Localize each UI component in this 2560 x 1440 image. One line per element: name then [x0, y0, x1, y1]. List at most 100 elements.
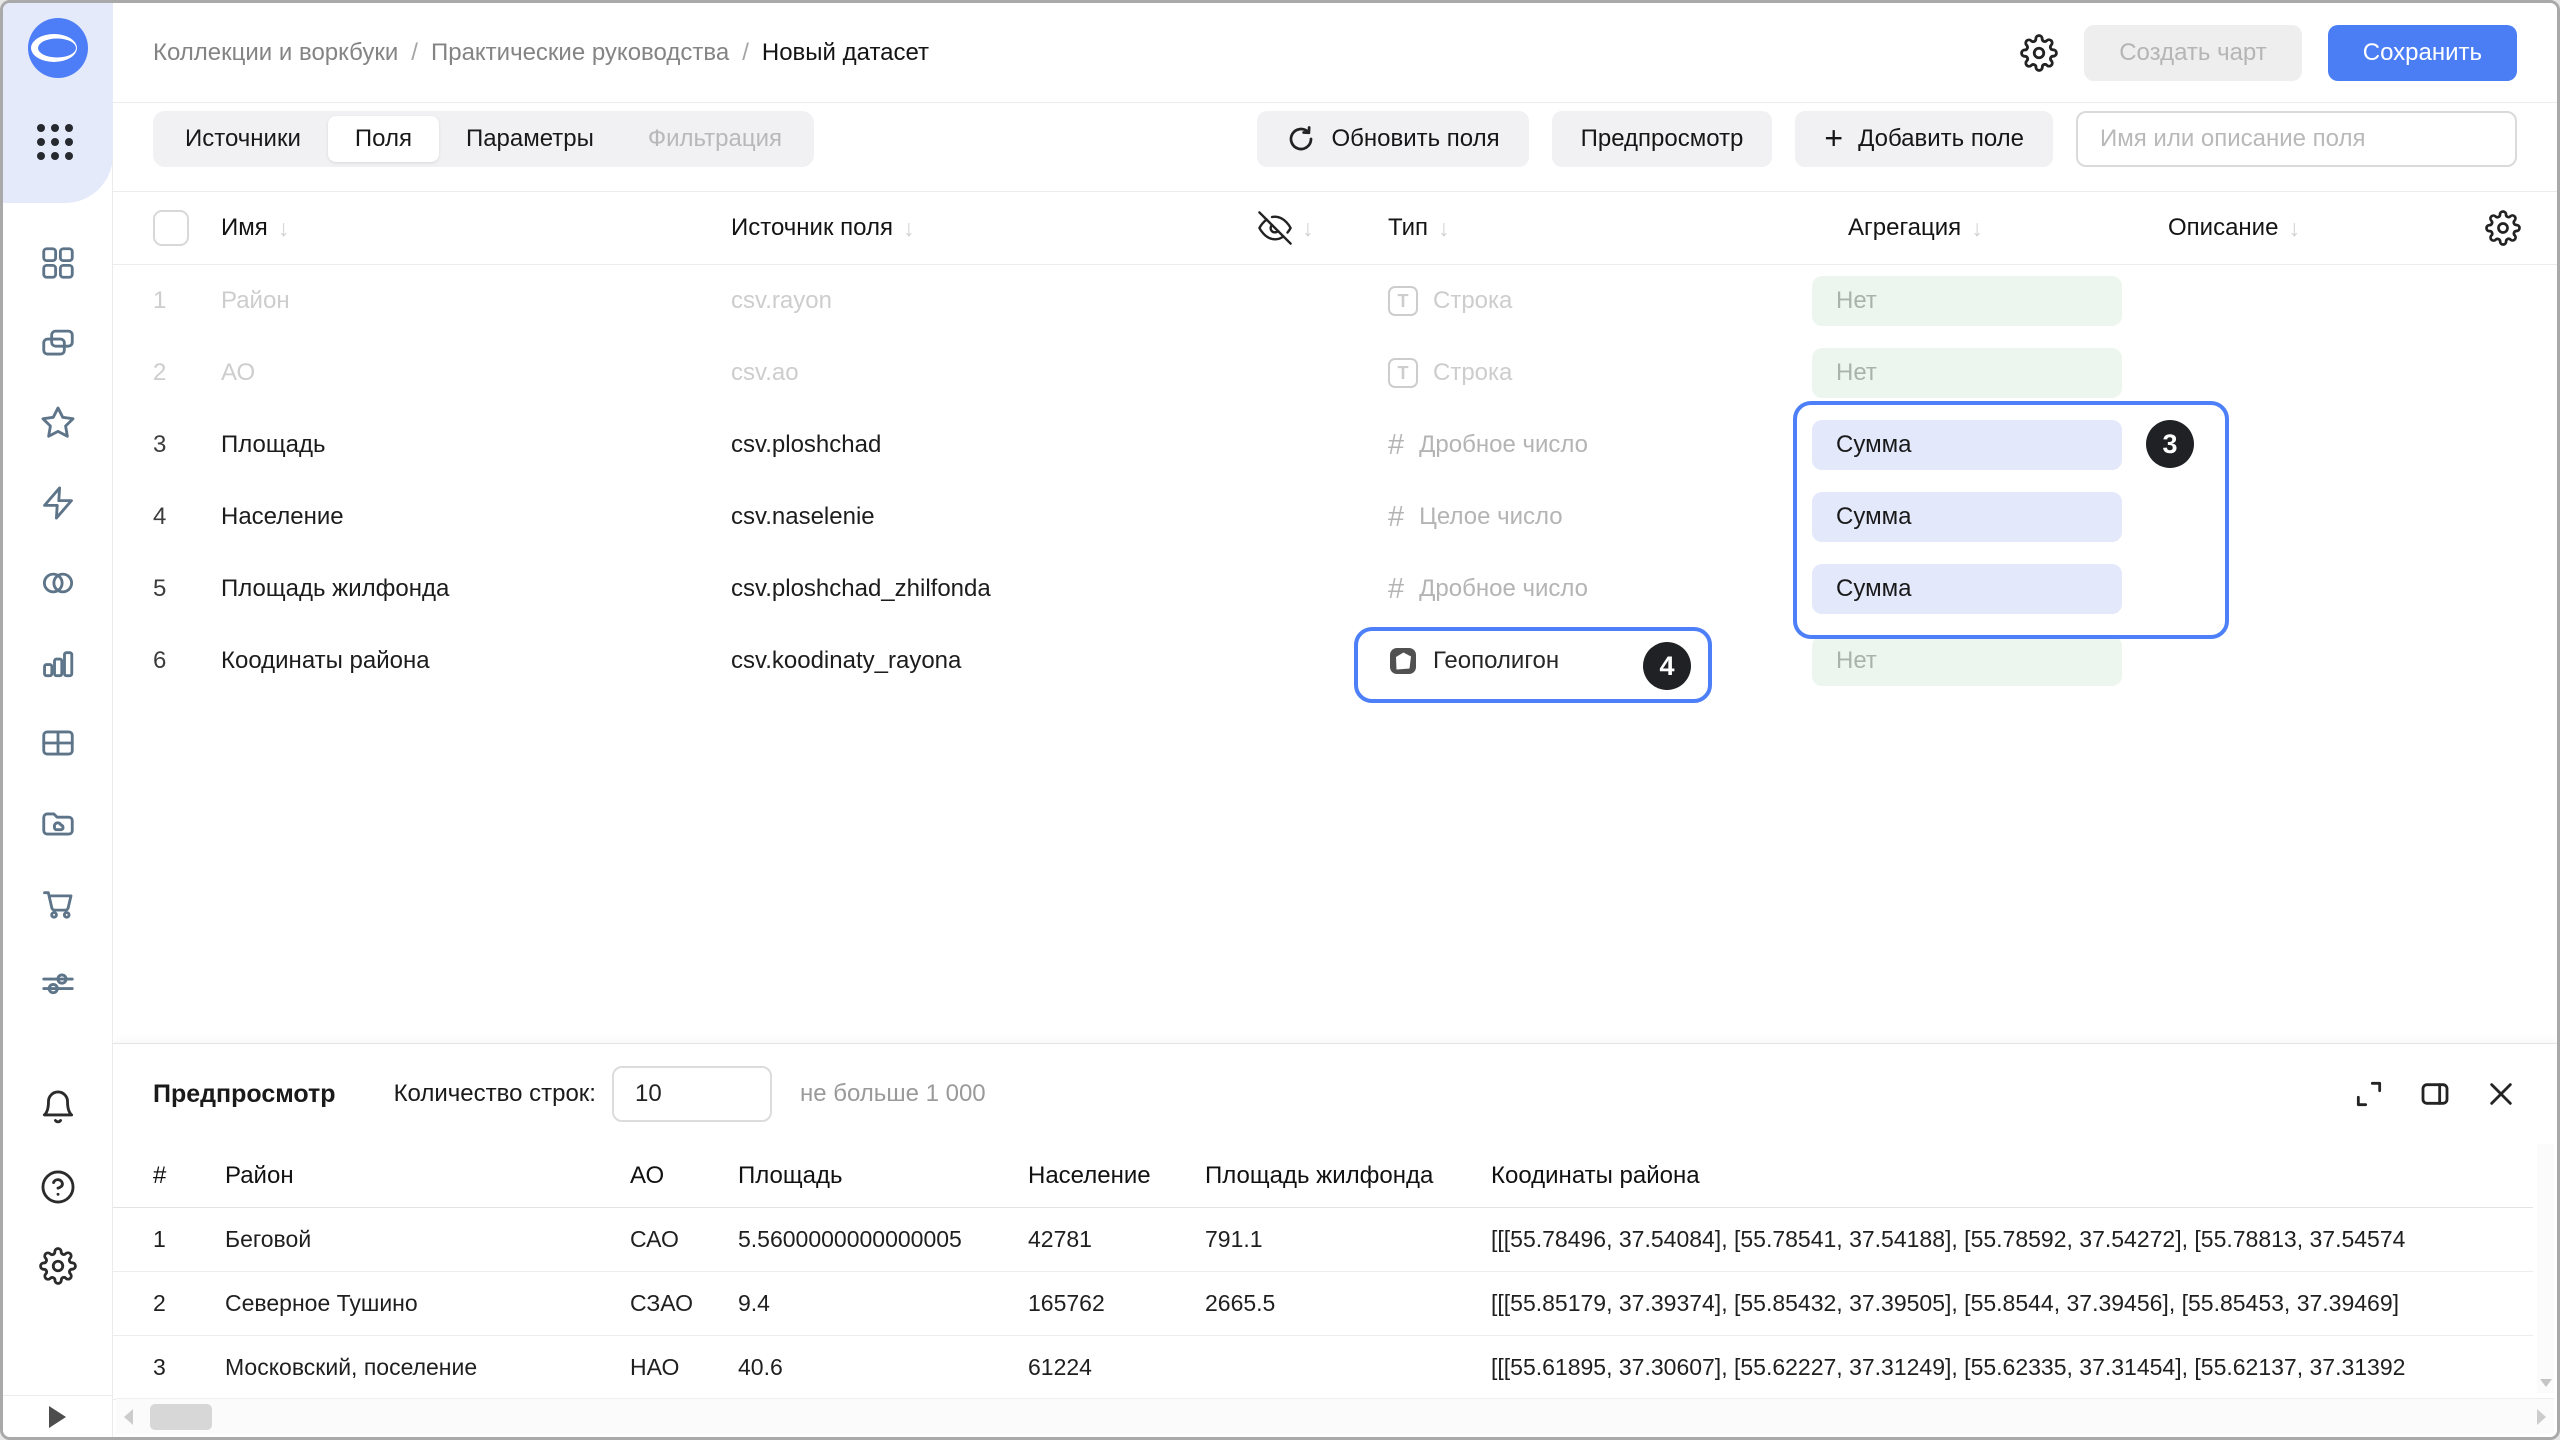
aggregation-select[interactable]: Сумма: [1812, 420, 2122, 470]
field-type[interactable]: T Строка: [1388, 358, 1812, 388]
column-header-type[interactable]: Тип ↓: [1388, 214, 1812, 242]
number-type-icon: #: [1388, 501, 1404, 534]
tab-filtering[interactable]: Фильтрация: [621, 116, 809, 162]
scrollbar-thumb[interactable]: [150, 1404, 212, 1430]
field-row[interactable]: 6 Коодинаты района csv.koodinaty_rayona …: [113, 625, 2557, 697]
scroll-right-icon[interactable]: [2537, 1409, 2546, 1425]
datalens-logo[interactable]: [26, 16, 90, 80]
tab-fields[interactable]: Поля: [328, 116, 439, 162]
save-button[interactable]: Сохранить: [2328, 25, 2517, 81]
sort-icon: ↓: [2288, 215, 2300, 242]
column-header-source[interactable]: Источник поля ↓: [731, 214, 1258, 242]
aggregation-select[interactable]: Нет: [1812, 348, 2122, 398]
table-settings-gear-icon[interactable]: [2485, 210, 2521, 246]
bar-chart-icon[interactable]: [39, 644, 77, 682]
eye-off-icon: [1258, 211, 1292, 245]
field-type[interactable]: # Дробное число: [1388, 573, 1812, 606]
string-type-icon: T: [1388, 358, 1418, 388]
field-source: csv.ploshchad: [731, 431, 1258, 459]
row-count-label: Количество строк:: [394, 1080, 596, 1108]
tab-sources[interactable]: Источники: [158, 116, 328, 162]
row-count-input[interactable]: [612, 1066, 772, 1122]
preview-button[interactable]: Предпросмотр: [1552, 111, 1773, 167]
field-source: csv.naselenie: [731, 503, 1258, 531]
field-row-number: 6: [153, 647, 221, 675]
field-row-number: 4: [153, 503, 221, 531]
preview-table-header: # Район АО Площадь Население Площадь жил…: [113, 1144, 2533, 1208]
field-type[interactable]: T Строка: [1388, 286, 1812, 316]
field-source: csv.rayon: [731, 287, 1258, 315]
number-type-icon: #: [1388, 573, 1404, 606]
field-search-input[interactable]: [2076, 111, 2517, 167]
field-row[interactable]: 5 Площадь жилфонда csv.ploshchad_zhilfon…: [113, 553, 2557, 625]
field-name: Площадь жилфонда: [221, 575, 731, 603]
add-field-label: Добавить поле: [1858, 125, 2024, 153]
vertical-scrollbar[interactable]: [2537, 1144, 2554, 1393]
refresh-fields-button[interactable]: Обновить поля: [1257, 111, 1528, 167]
split-panel-icon[interactable]: [2419, 1078, 2451, 1110]
field-row-number: 5: [153, 575, 221, 603]
breadcrumb-collections[interactable]: Коллекции и воркбуки: [153, 39, 398, 67]
field-source: csv.ao: [731, 359, 1258, 387]
lightning-icon[interactable]: [39, 484, 77, 522]
column-header-hidden[interactable]: ↓: [1258, 211, 1388, 245]
folder-cloud-icon[interactable]: [39, 804, 77, 842]
refresh-icon: [1286, 124, 1316, 154]
add-field-button[interactable]: + Добавить поле: [1795, 111, 2053, 167]
field-row[interactable]: 1 Район csv.rayon T Строка Нет: [113, 265, 2557, 337]
star-icon[interactable]: [39, 404, 77, 442]
overlapping-circles-icon[interactable]: [39, 564, 77, 602]
play-icon: [49, 1406, 66, 1428]
sort-icon: ↓: [903, 215, 915, 242]
breadcrumb: Коллекции и воркбуки / Практические руко…: [153, 3, 929, 103]
field-row[interactable]: 4 Население csv.naselenie # Целое число …: [113, 481, 2557, 553]
field-type[interactable]: # Дробное число: [1388, 429, 1812, 462]
cart-icon[interactable]: [39, 884, 77, 922]
sort-icon: ↓: [278, 215, 290, 242]
table-icon[interactable]: [39, 724, 77, 762]
close-icon[interactable]: [2485, 1078, 2517, 1110]
column-header-name[interactable]: Имя ↓: [221, 214, 731, 242]
preview-panel: Предпросмотр Количество строк: не больше…: [113, 1043, 2557, 1437]
breadcrumb-separator: /: [411, 39, 418, 67]
annotation-badge-3: 3: [2146, 420, 2194, 468]
tab-parameters[interactable]: Параметры: [439, 116, 621, 162]
scroll-left-icon[interactable]: [124, 1409, 133, 1425]
toolbar: Источники Поля Параметры Фильтрация Обно…: [153, 111, 2517, 167]
expand-icon[interactable]: [2353, 1078, 2385, 1110]
horizontal-scrollbar[interactable]: [116, 1398, 2554, 1434]
select-all-checkbox[interactable]: [153, 210, 189, 246]
aggregation-select[interactable]: Сумма: [1812, 492, 2122, 542]
field-name: Площадь: [221, 431, 731, 459]
scroll-down-icon[interactable]: [2540, 1379, 2552, 1387]
aggregation-select[interactable]: Нет: [1812, 636, 2122, 686]
grid-squares-icon[interactable]: [39, 244, 77, 282]
sidebar: [3, 3, 113, 1437]
settings-gear-icon[interactable]: [2020, 34, 2058, 72]
column-header-aggregation[interactable]: Агрегация ↓: [1812, 214, 2133, 242]
aggregation-select[interactable]: Нет: [1812, 276, 2122, 326]
gear-icon[interactable]: [39, 1247, 77, 1285]
refresh-fields-label: Обновить поля: [1331, 125, 1499, 153]
sort-icon: ↓: [1971, 215, 1983, 242]
aggregation-select[interactable]: Сумма: [1812, 564, 2122, 614]
field-type[interactable]: # Целое число: [1388, 501, 1812, 534]
plus-icon: +: [1824, 122, 1843, 154]
help-icon[interactable]: [39, 1168, 77, 1206]
sliders-icon[interactable]: [39, 964, 77, 1002]
copies-icon[interactable]: [39, 324, 77, 362]
field-name: Население: [221, 503, 731, 531]
field-row[interactable]: 2 АО csv.ao T Строка Нет: [113, 337, 2557, 409]
geopolygon-type-icon: [1388, 646, 1418, 676]
number-type-icon: #: [1388, 429, 1404, 462]
field-type[interactable]: Геополигон: [1388, 646, 1812, 676]
apps-grid-icon[interactable]: [37, 124, 73, 160]
breadcrumb-workbook[interactable]: Практические руководства: [431, 39, 729, 67]
create-chart-button[interactable]: Создать чарт: [2084, 25, 2302, 81]
fields-table-header: Имя ↓ Источник поля ↓ ↓ Тип ↓ Агрегация …: [113, 191, 2557, 265]
topbar: Коллекции и воркбуки / Практические руко…: [113, 3, 2557, 103]
sidebar-expand[interactable]: [3, 1395, 112, 1437]
bell-icon[interactable]: [39, 1088, 77, 1126]
field-row-number: 1: [153, 287, 221, 315]
field-row-number: 2: [153, 359, 221, 387]
